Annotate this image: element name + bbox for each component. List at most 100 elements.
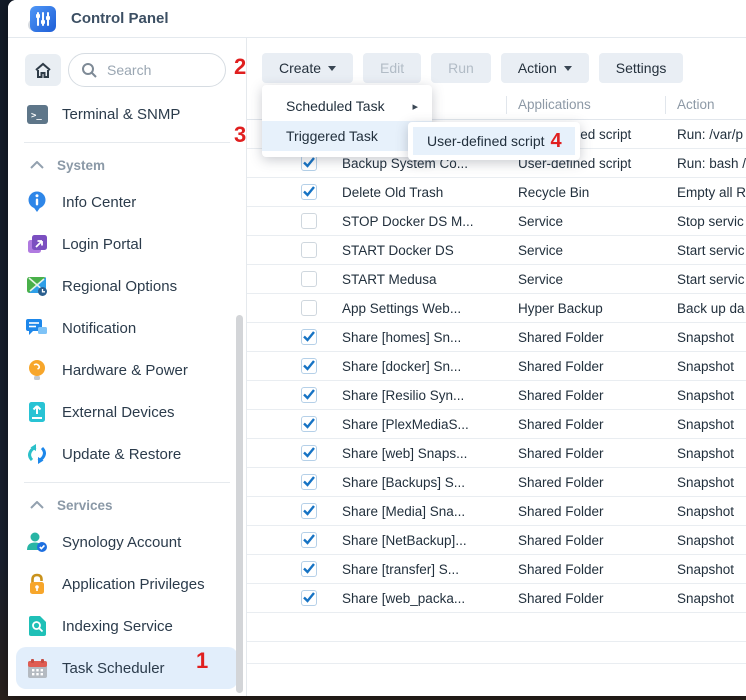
- action-cell: Run: bash /: [677, 156, 746, 171]
- menu-item-triggered-task[interactable]: Triggered Task▸: [262, 121, 432, 151]
- action-cell: Snapshot: [677, 591, 746, 606]
- sidebar-divider: [8, 475, 246, 489]
- applications-cell: Shared Folder: [518, 504, 677, 519]
- action-button[interactable]: Action: [501, 53, 589, 83]
- action-cell: Back up da: [677, 301, 746, 316]
- task-table: User-defined scriptRun: /var/pBackup Sys…: [247, 120, 746, 664]
- sidebar-item-info-center[interactable]: Info Center: [8, 181, 246, 223]
- enabled-checkbox[interactable]: [301, 242, 317, 258]
- enabled-checkbox[interactable]: [301, 155, 317, 171]
- table-row[interactable]: Share [NetBackup]...Shared FolderSnapsho…: [247, 526, 746, 555]
- sidebar-item-notification[interactable]: Notification: [8, 307, 246, 349]
- enabled-checkbox[interactable]: [301, 213, 317, 229]
- checkbox-cell: [247, 445, 342, 461]
- table-row[interactable]: Share [Resilio Syn...Shared FolderSnapsh…: [247, 381, 746, 410]
- task-name-cell: Share [Backups] S...: [342, 475, 518, 490]
- control-panel-icon: [30, 6, 56, 32]
- enabled-checkbox[interactable]: [301, 474, 317, 490]
- applications-cell: Shared Folder: [518, 359, 677, 374]
- action-cell: Snapshot: [677, 504, 746, 519]
- enabled-checkbox[interactable]: [301, 590, 317, 606]
- annotation-step-3: 3: [234, 122, 246, 148]
- triggered-task-submenu: User-defined script 4: [408, 122, 580, 160]
- sidebar: >_ Terminal & SNMP System Info Center Lo: [8, 38, 247, 696]
- enabled-checkbox[interactable]: [301, 416, 317, 432]
- enabled-checkbox[interactable]: [301, 532, 317, 548]
- enabled-checkbox[interactable]: [301, 561, 317, 577]
- enabled-checkbox[interactable]: [301, 387, 317, 403]
- enabled-checkbox[interactable]: [301, 300, 317, 316]
- annotation-step-1: 1: [196, 648, 208, 674]
- enabled-checkbox[interactable]: [301, 271, 317, 287]
- toolbar: Create Edit Run Action Settings: [247, 38, 746, 83]
- checkbox-cell: [247, 387, 342, 403]
- table-row[interactable]: START MedusaServiceStart servic: [247, 265, 746, 294]
- sidebar-item-terminal-snmp[interactable]: >_ Terminal & SNMP: [8, 93, 246, 135]
- sidebar-item-external-devices[interactable]: External Devices: [8, 391, 246, 433]
- applications-cell: Shared Folder: [518, 446, 677, 461]
- table-row[interactable]: START Docker DSServiceStart servic: [247, 236, 746, 265]
- table-row[interactable]: Share [Media] Sna...Shared FolderSnapsho…: [247, 497, 746, 526]
- checkbox-cell: [247, 416, 342, 432]
- enabled-checkbox[interactable]: [301, 329, 317, 345]
- caret-down-icon: [328, 66, 336, 71]
- home-button[interactable]: [25, 54, 61, 86]
- indexing-service-icon: [26, 615, 48, 637]
- task-name-cell: START Medusa: [342, 272, 518, 287]
- column-header-applications[interactable]: Applications: [518, 97, 591, 112]
- task-name-cell: Share [homes] Sn...: [342, 330, 518, 345]
- table-row[interactable]: Share [docker] Sn...Shared FolderSnapsho…: [247, 352, 746, 381]
- sidebar-item-application-privileges[interactable]: Application Privileges: [8, 563, 246, 605]
- login-portal-icon: [26, 233, 48, 255]
- sidebar-scrollbar[interactable]: [236, 315, 243, 693]
- table-row[interactable]: STOP Docker DS M...ServiceStop servic: [247, 207, 746, 236]
- sidebar-item-regional-options[interactable]: Regional Options: [8, 265, 246, 307]
- sidebar-item-label: Task Scheduler: [62, 660, 165, 677]
- hardware-power-icon: [26, 359, 48, 381]
- sidebar-item-label: Application Privileges: [62, 576, 205, 593]
- search-input[interactable]: [105, 61, 205, 79]
- sidebar-item-label: Terminal & SNMP: [62, 106, 180, 123]
- section-services[interactable]: Services: [8, 489, 246, 521]
- task-name-cell: App Settings Web...: [342, 301, 518, 316]
- search-box[interactable]: [68, 53, 226, 87]
- sidebar-item-synology-account[interactable]: Synology Account: [8, 521, 246, 563]
- table-row[interactable]: App Settings Web...Hyper BackupBack up d…: [247, 294, 746, 323]
- menu-item-user-defined-script[interactable]: User-defined script 4: [413, 127, 575, 155]
- table-row[interactable]: Share [web] Snaps...Shared FolderSnapsho…: [247, 439, 746, 468]
- sidebar-item-update-restore[interactable]: Update & Restore: [8, 433, 246, 475]
- action-cell: Snapshot: [677, 562, 746, 577]
- column-header-action[interactable]: Action: [677, 97, 715, 112]
- create-button[interactable]: Create: [262, 53, 353, 83]
- table-row[interactable]: Share [homes] Sn...Shared FolderSnapshot: [247, 323, 746, 352]
- enabled-checkbox[interactable]: [301, 503, 317, 519]
- enabled-checkbox[interactable]: [301, 358, 317, 374]
- table-row[interactable]: Share [transfer] S...Shared FolderSnapsh…: [247, 555, 746, 584]
- run-button[interactable]: Run: [431, 53, 491, 83]
- create-menu: Scheduled Task▸ Triggered Task▸: [262, 85, 432, 157]
- table-row[interactable]: Delete Old TrashRecycle BinEmpty all R: [247, 178, 746, 207]
- task-name-cell: Share [Resilio Syn...: [342, 388, 518, 403]
- sidebar-item-label: Indexing Service: [62, 618, 173, 635]
- svg-text:>_: >_: [31, 111, 42, 121]
- applications-cell: Shared Folder: [518, 417, 677, 432]
- sidebar-item-indexing-service[interactable]: Indexing Service: [8, 605, 246, 647]
- table-row[interactable]: Share [Backups] S...Shared FolderSnapsho…: [247, 468, 746, 497]
- enabled-checkbox[interactable]: [301, 184, 317, 200]
- sidebar-item-login-portal[interactable]: Login Portal: [8, 223, 246, 265]
- applications-cell: Shared Folder: [518, 388, 677, 403]
- table-row[interactable]: Share [PlexMediaS...Shared FolderSnapsho…: [247, 410, 746, 439]
- enabled-checkbox[interactable]: [301, 445, 317, 461]
- caret-down-icon: [564, 66, 572, 71]
- sidebar-item-hardware-power[interactable]: Hardware & Power: [8, 349, 246, 391]
- settings-button[interactable]: Settings: [599, 53, 684, 83]
- checkbox-cell: [247, 155, 342, 171]
- section-system[interactable]: System: [8, 149, 246, 181]
- checkbox-cell: [247, 213, 342, 229]
- edit-button[interactable]: Edit: [363, 53, 421, 83]
- table-row[interactable]: Share [web_packa...Shared FolderSnapshot: [247, 584, 746, 613]
- sidebar-item-label: Notification: [62, 320, 136, 337]
- menu-item-scheduled-task[interactable]: Scheduled Task▸: [262, 91, 432, 121]
- info-center-icon: [26, 191, 48, 213]
- action-cell: Start servic: [677, 272, 746, 287]
